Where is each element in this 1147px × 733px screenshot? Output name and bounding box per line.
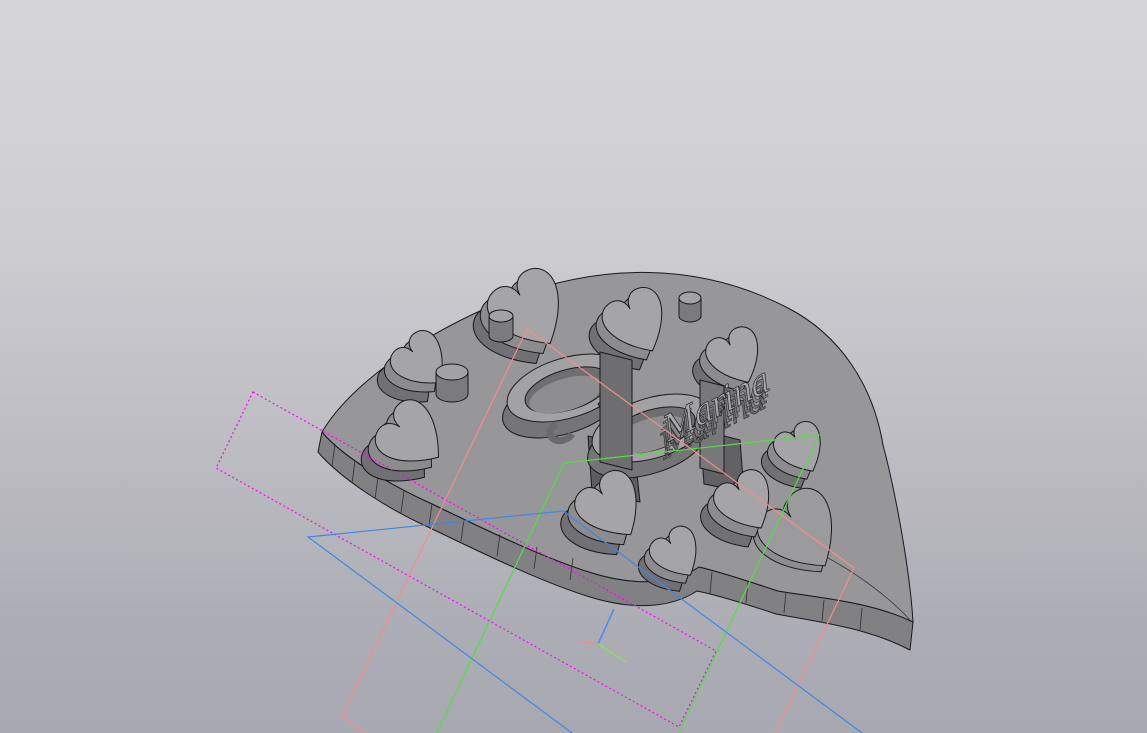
cad-viewport[interactable]: Marina Marina Marina Marina [0, 0, 1147, 733]
triad-z-axis [597, 608, 615, 645]
triad-x-axis [576, 640, 599, 645]
cylinder [678, 291, 702, 323]
triad-y-axis [597, 643, 627, 663]
cylinder [435, 363, 469, 403]
model-heart-plaque: Marina Marina Marina Marina [317, 260, 914, 651]
cylinder [488, 309, 514, 343]
origin-triad [576, 608, 627, 663]
prism-column [599, 351, 633, 471]
cad-scene-3d[interactable]: Marina Marina Marina Marina [0, 0, 1147, 733]
